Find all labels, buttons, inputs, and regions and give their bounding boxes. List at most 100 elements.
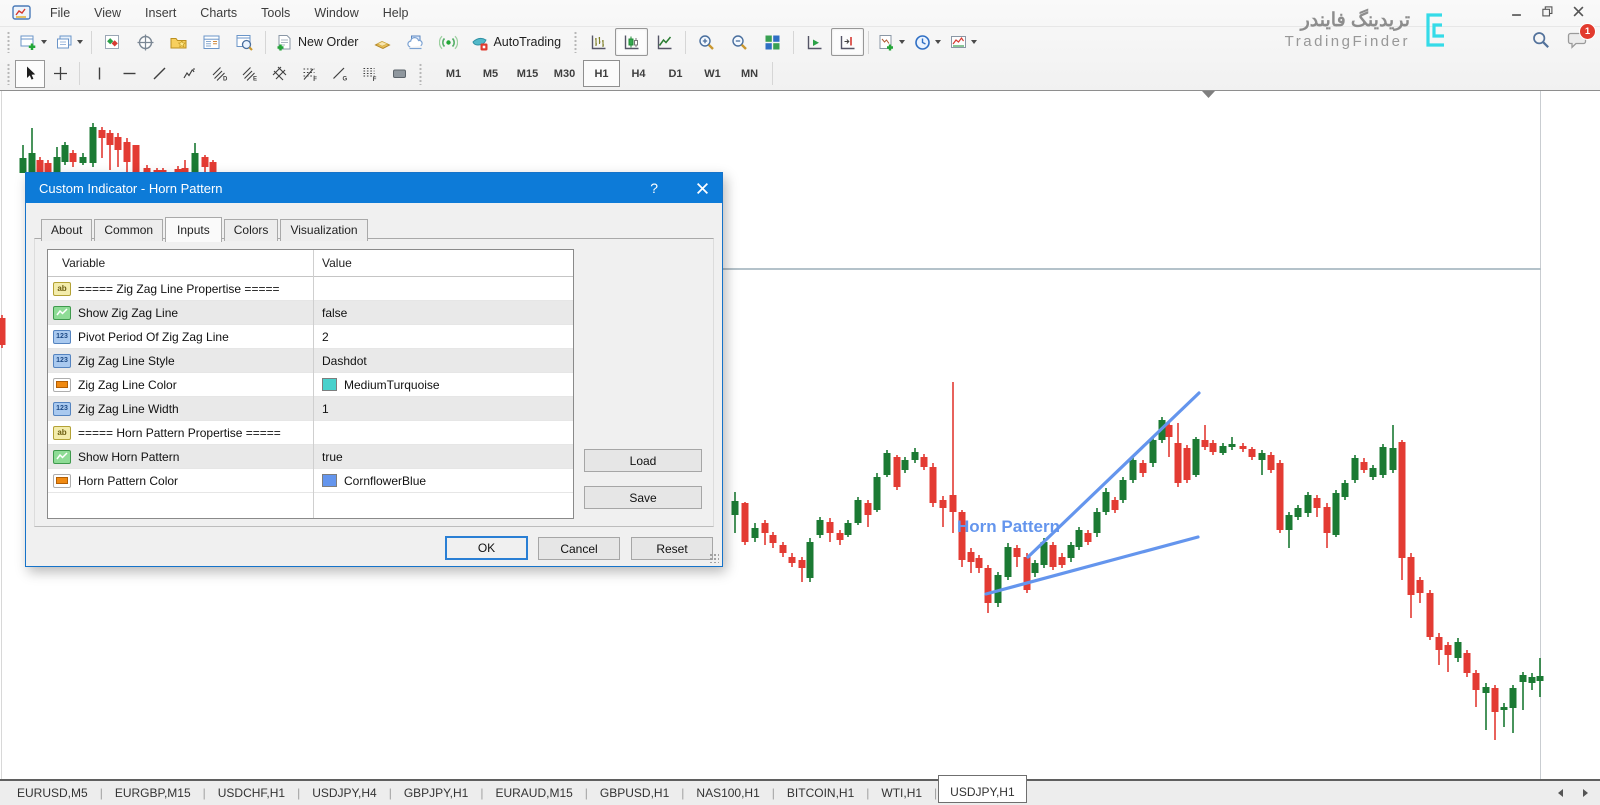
param-value-cell[interactable]: false <box>313 301 573 324</box>
restore-button[interactable] <box>1542 6 1553 17</box>
close-window-button[interactable] <box>1573 6 1584 17</box>
timeframe-mn[interactable]: MN <box>731 60 768 87</box>
profiles-button[interactable] <box>51 28 87 56</box>
timeframe-h1[interactable]: H1 <box>583 60 620 87</box>
param-value-cell[interactable]: MediumTurquoise <box>313 373 573 396</box>
market-watch-button[interactable] <box>96 28 129 56</box>
param-value-cell[interactable]: 1 <box>313 397 573 420</box>
dropdown-arrow-icon[interactable] <box>77 40 83 44</box>
new-chart-button[interactable] <box>15 28 51 56</box>
dialog-help-button[interactable]: ? <box>650 180 658 196</box>
autotrading-button[interactable]: AutoTrading <box>465 28 569 56</box>
dialog-resize-grip[interactable] <box>709 553 719 563</box>
chart-tab-nas100-h1[interactable]: NAS100,H1 <box>685 781 770 805</box>
crosshair-tool[interactable] <box>45 60 75 88</box>
tab-scroll-left-icon[interactable] <box>1556 788 1564 798</box>
chart-tab-wti-h1[interactable]: WTI,H1 <box>870 781 933 805</box>
timeframe-d1[interactable]: D1 <box>657 60 694 87</box>
chart-bars-button[interactable] <box>582 28 615 56</box>
indicators-button[interactable] <box>873 28 909 56</box>
menu-tools[interactable]: Tools <box>249 2 302 24</box>
terminal-button[interactable] <box>195 28 228 56</box>
column-divider[interactable] <box>313 250 314 518</box>
param-row[interactable]: Zig Zag Line ColorMediumTurquoise <box>48 373 573 397</box>
vertical-line-tool[interactable] <box>84 60 114 88</box>
chart-tab-eurusd-m5[interactable]: EURUSD,M5 <box>6 781 99 805</box>
param-value-cell[interactable]: true <box>313 445 573 468</box>
column-header-value[interactable]: Value <box>313 250 573 276</box>
param-value-cell[interactable]: Dashdot <box>313 349 573 372</box>
channel-e-tool[interactable]: E <box>234 60 264 88</box>
community-button[interactable] <box>399 28 432 56</box>
menu-window[interactable]: Window <box>302 2 370 24</box>
toolbar-grip[interactable] <box>573 31 578 53</box>
param-row[interactable]: ab===== Horn Pattern Propertise ===== <box>48 421 573 445</box>
notifications-icon[interactable]: 1 <box>1567 30 1588 50</box>
gann-line-tool[interactable]: G <box>324 60 354 88</box>
cursor-tool[interactable] <box>15 60 45 88</box>
metaeditor-button[interactable] <box>366 28 399 56</box>
param-row[interactable]: 123Pivot Period Of Zig Zag Line2 <box>48 325 573 349</box>
horizontal-line-tool[interactable] <box>114 60 144 88</box>
search-icon[interactable] <box>1531 30 1551 50</box>
chart-shift-button[interactable] <box>831 28 864 56</box>
dialog-close-button[interactable] <box>696 182 709 195</box>
timeframe-w1[interactable]: W1 <box>694 60 731 87</box>
dropdown-arrow-icon[interactable] <box>935 40 941 44</box>
load-button[interactable]: Load <box>584 449 702 472</box>
auto-scroll-button[interactable] <box>798 28 831 56</box>
ok-button[interactable]: OK <box>445 536 528 560</box>
new-order-button[interactable]: New Order <box>270 28 366 56</box>
notification-badge[interactable]: 1 <box>1579 23 1596 40</box>
save-button[interactable]: Save <box>584 486 702 509</box>
toolbar-grip[interactable] <box>418 63 423 85</box>
dialog-tab-visualization[interactable]: Visualization <box>280 219 367 241</box>
tab-scroll-right-icon[interactable] <box>1582 788 1590 798</box>
chart-tab-usdjpy-h4[interactable]: USDJPY,H4 <box>301 781 387 805</box>
param-row[interactable]: Show Zig Zag Linefalse <box>48 301 573 325</box>
menu-help[interactable]: Help <box>371 2 421 24</box>
signals-button[interactable] <box>432 28 465 56</box>
timeframe-m15[interactable]: M15 <box>509 60 546 87</box>
horn-pattern-annotation[interactable]: Horn Pattern <box>957 517 1060 536</box>
fibo-retracement-tool[interactable]: F <box>294 60 324 88</box>
strategy-tester-button[interactable] <box>228 28 261 56</box>
dialog-tab-inputs[interactable]: Inputs <box>165 217 222 242</box>
timeframe-m1[interactable]: M1 <box>435 60 472 87</box>
param-value-cell[interactable]: CornflowerBlue <box>313 469 573 492</box>
zoom-out-button[interactable] <box>723 28 756 56</box>
param-value-cell[interactable] <box>313 277 573 300</box>
periods-button[interactable] <box>909 28 945 56</box>
channel-d-tool[interactable]: D <box>204 60 234 88</box>
param-row[interactable]: ab===== Zig Zag Line Propertise ===== <box>48 277 573 301</box>
chart-tab-euraud-m15[interactable]: EURAUD,M15 <box>484 781 583 805</box>
templates-button[interactable] <box>945 28 981 56</box>
menu-file[interactable]: File <box>38 2 82 24</box>
toolbar-grip[interactable] <box>6 63 11 85</box>
chart-tab-usdjpy-h1[interactable]: USDJPY,H1 <box>938 775 1026 803</box>
dialog-tab-about[interactable]: About <box>41 219 92 241</box>
timeframe-m30[interactable]: M30 <box>546 60 583 87</box>
chart-tab-gbpusd-h1[interactable]: GBPUSD,H1 <box>589 781 680 805</box>
chart-tab-usdchf-h1[interactable]: USDCHF,H1 <box>207 781 296 805</box>
chart-tab-eurgbp-m15[interactable]: EURGBP,M15 <box>104 781 202 805</box>
minimize-button[interactable] <box>1511 6 1522 17</box>
param-row[interactable]: 123Zig Zag Line StyleDashdot <box>48 349 573 373</box>
dialog-tab-colors[interactable]: Colors <box>224 219 279 241</box>
reset-button[interactable]: Reset <box>631 537 713 560</box>
param-value-cell[interactable] <box>313 421 573 444</box>
trendline-tool[interactable] <box>144 60 174 88</box>
grid-lattice-tool[interactable] <box>264 60 294 88</box>
chart-candles-button[interactable] <box>615 28 648 56</box>
column-header-variable[interactable]: Variable <box>48 250 313 276</box>
zigzag-tool[interactable] <box>174 60 204 88</box>
navigator-button[interactable] <box>162 28 195 56</box>
fibo-expansion-tool[interactable]: F <box>354 60 384 88</box>
param-value-cell[interactable]: 2 <box>313 325 573 348</box>
timeframe-m5[interactable]: M5 <box>472 60 509 87</box>
chart-tab-bitcoin-h1[interactable]: BITCOIN,H1 <box>776 781 865 805</box>
data-window-button[interactable] <box>129 28 162 56</box>
chart-line-button[interactable] <box>648 28 681 56</box>
param-row[interactable]: 123Zig Zag Line Width1 <box>48 397 573 421</box>
dialog-tab-common[interactable]: Common <box>94 219 163 241</box>
